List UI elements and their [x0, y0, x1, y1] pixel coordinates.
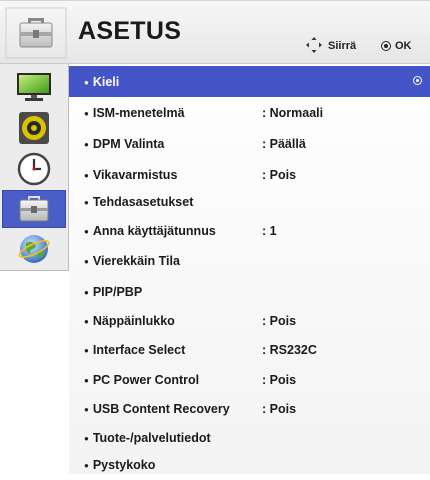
menu-item-label: Pystykoko: [84, 458, 156, 472]
menu-item-interface-select[interactable]: Interface Select : RS232C: [69, 334, 430, 365]
page-title: ASETUS: [78, 17, 182, 45]
menu-item-value: : RS232C: [262, 342, 317, 357]
menu-item-value: : Pois: [262, 167, 297, 182]
menu-item-usb-content-recovery[interactable]: USB Content Recovery : Pois: [69, 393, 430, 424]
clock-time-icon[interactable]: [2, 150, 66, 188]
menu-item-nappainlukko[interactable]: Näppäinlukko : Pois: [69, 305, 430, 336]
menu-item-value: : Pois: [262, 372, 297, 387]
menu-item-value: : 1: [262, 223, 277, 238]
menu-item-label: ISM-menetelmä: [84, 106, 185, 120]
menu-item-label: Vikavarmistus: [84, 168, 178, 182]
speaker-audio-icon[interactable]: [2, 109, 66, 147]
menu-header: ASETUS Siirrä OK: [0, 0, 430, 64]
menu-item-label: PIP/PBP: [84, 285, 142, 299]
menu-item-pc-power-control[interactable]: PC Power Control : Pois: [69, 364, 430, 395]
move-hint-label: Siirrä: [328, 40, 357, 52]
ok-hint-label: OK: [395, 40, 412, 52]
menu-item-value: : Pois: [262, 313, 297, 328]
menu-item-label: DPM Valinta: [84, 137, 165, 151]
ok-hint: OK: [381, 38, 412, 54]
settings-menu: Kieli ISM-menetelmä : Normaali DPM Valin…: [69, 64, 430, 474]
monitor-picture-icon[interactable]: [2, 68, 66, 106]
menu-item-kieli[interactable]: Kieli: [69, 66, 430, 97]
menu-item-label: Näppäinlukko: [84, 314, 175, 328]
select-indicator-icon: [413, 76, 422, 85]
menu-item-pip-pbp[interactable]: PIP/PBP: [69, 276, 430, 307]
menu-item-pystykoko[interactable]: Pystykoko: [69, 449, 430, 480]
menu-item-value: : Normaali: [262, 105, 324, 120]
menu-item-ism[interactable]: ISM-menetelmä : Normaali: [69, 97, 430, 128]
menu-item-dpm[interactable]: DPM Valinta : Päällä: [69, 128, 430, 159]
move-hint: Siirrä: [306, 36, 357, 56]
ok-button-icon: [381, 41, 391, 51]
menu-item-value: : Päällä: [262, 136, 306, 151]
menu-item-label: USB Content Recovery: [84, 402, 230, 416]
menu-item-label: Vierekkäin Tila: [84, 254, 180, 268]
menu-item-kayttajatunnus[interactable]: Anna käyttäjätunnus : 1: [69, 215, 430, 246]
category-sidebar: [0, 64, 69, 271]
menu-item-label: Interface Select: [84, 343, 185, 357]
menu-item-label: Tuote-/palvelutiedot: [84, 431, 211, 445]
menu-item-label: PC Power Control: [84, 373, 199, 387]
toolbox-setup-icon[interactable]: [2, 190, 66, 228]
globe-network-icon[interactable]: [2, 230, 66, 268]
menu-item-label: Anna käyttäjätunnus: [84, 224, 216, 238]
dpad-icon: [306, 36, 322, 56]
menu-item-value: : Pois: [262, 401, 297, 416]
menu-item-vierekkain-tila[interactable]: Vierekkäin Tila: [69, 245, 430, 276]
menu-item-tehdasasetukset[interactable]: Tehdasasetukset: [69, 186, 430, 217]
menu-item-label: Kieli: [84, 75, 119, 89]
menu-item-label: Tehdasasetukset: [84, 195, 194, 209]
toolbox-icon: [4, 6, 68, 60]
